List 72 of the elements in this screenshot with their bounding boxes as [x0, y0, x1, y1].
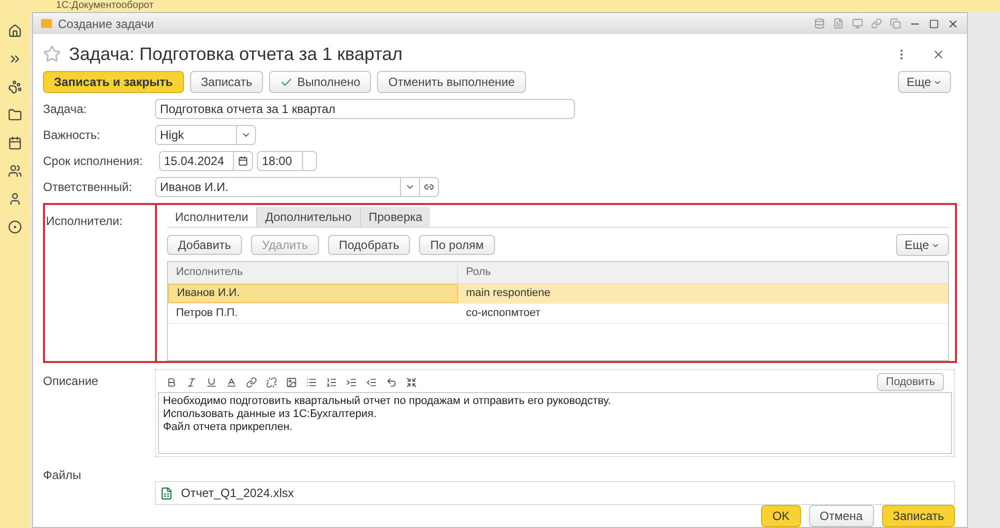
description-line: Файл отчета прикреплен. — [163, 421, 294, 434]
more-button[interactable]: Еще — [896, 234, 949, 256]
field-label: Описание — [43, 374, 98, 388]
table-action-button[interactable]: По ролям — [419, 235, 495, 255]
field-label: Важность: — [43, 127, 102, 144]
toolbar-button[interactable]: Записать — [190, 71, 264, 93]
indent-icon[interactable] — [346, 376, 357, 388]
image-icon[interactable] — [286, 376, 297, 388]
app-title: 1С:Документооборот — [56, 0, 154, 12]
importance-dropdown[interactable]: Higk — [155, 125, 256, 145]
toolbar-button[interactable]: Записать и закрыть — [43, 71, 184, 93]
table-action-button[interactable]: Подобрать — [328, 235, 410, 255]
italic-icon[interactable] — [186, 376, 197, 388]
tab[interactable]: Дополнительно — [256, 207, 360, 227]
toolbar-button[interactable]: Отменить выполнение — [377, 71, 526, 93]
table-cell-text: Петров П.П. — [175, 306, 239, 322]
description-line: Использовать данные из 1С:Бухгалтерия. — [163, 408, 378, 421]
tab[interactable]: Проверка — [360, 207, 430, 227]
link-icon[interactable] — [246, 376, 257, 388]
undo-icon[interactable] — [386, 376, 397, 388]
spreadsheet-icon — [160, 486, 173, 500]
editor-action-button[interactable]: Подовить — [876, 373, 944, 391]
text-color-icon[interactable] — [226, 376, 237, 388]
task-field[interactable]: Подготовка отчета за 1 квартал — [155, 99, 575, 119]
bold-icon[interactable] — [166, 376, 177, 388]
shrink-icon[interactable] — [406, 376, 417, 388]
field-label: Срок исполнения: — [43, 153, 144, 170]
table-cell-text: main respontiene — [465, 286, 552, 302]
favorite-star-icon[interactable] — [43, 45, 61, 63]
more-button[interactable]: Еще — [898, 71, 951, 93]
user-icon[interactable] — [8, 192, 22, 206]
time-field[interactable]: 18:00 — [257, 151, 317, 171]
close-icon[interactable] — [947, 18, 959, 30]
users-icon[interactable] — [8, 164, 22, 178]
field-label: Исполнители: — [46, 214, 123, 228]
table-action-button[interactable]: Добавить — [167, 235, 242, 255]
field-label: Файлы — [43, 468, 82, 482]
table-cell-text: со-испопмтоет — [465, 306, 542, 322]
column-header[interactable]: Исполнитель — [168, 262, 458, 283]
footer-button[interactable]: Записать — [882, 505, 955, 527]
description-line: Необходимо подготовить квартальный отчет по продажам и отправить его руководству. — [163, 395, 612, 408]
list-icon[interactable] — [306, 376, 317, 388]
table-cell: Иванов И.И. — [168, 284, 458, 303]
column-header[interactable]: Роль — [458, 262, 948, 283]
outdent-icon[interactable] — [366, 376, 377, 388]
window-title: Создание задачи — [58, 16, 154, 32]
responsible-field[interactable]: Иванов И.И. — [155, 177, 439, 197]
maximize-icon[interactable] — [929, 18, 939, 28]
footer-button[interactable]: Отмена — [808, 505, 874, 527]
unlink-icon[interactable] — [266, 376, 277, 388]
field-label: Задача: — [43, 101, 88, 118]
description-text-area[interactable]: Необходимо подготовить квартальный отчет по продажам и отправить его руководству. Использовать данные из 1С:Бухгалтерия. Файл отчета прикреплен. — [158, 392, 952, 454]
home-icon[interactable] — [8, 24, 22, 38]
file-item[interactable]: Отчет_Q1_2024.xlsx — [155, 481, 955, 505]
date-field[interactable]: 15.04.2024 — [159, 151, 253, 171]
folder-icon[interactable] — [8, 108, 22, 122]
paw-icon[interactable] — [8, 80, 22, 94]
form-title: Задача: Подготовка отчета за 1 квартал — [69, 42, 403, 66]
field-label: Ответственный: — [43, 179, 134, 196]
calendar-icon[interactable] — [8, 136, 22, 150]
circle-icon[interactable] — [8, 220, 22, 234]
app-logo-icon — [41, 19, 52, 28]
check-icon — [280, 76, 294, 88]
footer-button[interactable]: OK — [761, 505, 801, 527]
file-name: Отчет_Q1_2024.xlsx — [181, 485, 294, 502]
numbered-list-icon[interactable] — [326, 376, 337, 388]
close-icon[interactable] — [932, 48, 945, 60]
calendar-icon — [238, 156, 248, 166]
toolbar-button[interactable]: Выполнено — [269, 71, 372, 93]
table-row[interactable]: Иванов И.И. main respontiene — [168, 284, 948, 304]
link-icon — [424, 182, 434, 192]
underline-icon[interactable] — [206, 376, 217, 388]
